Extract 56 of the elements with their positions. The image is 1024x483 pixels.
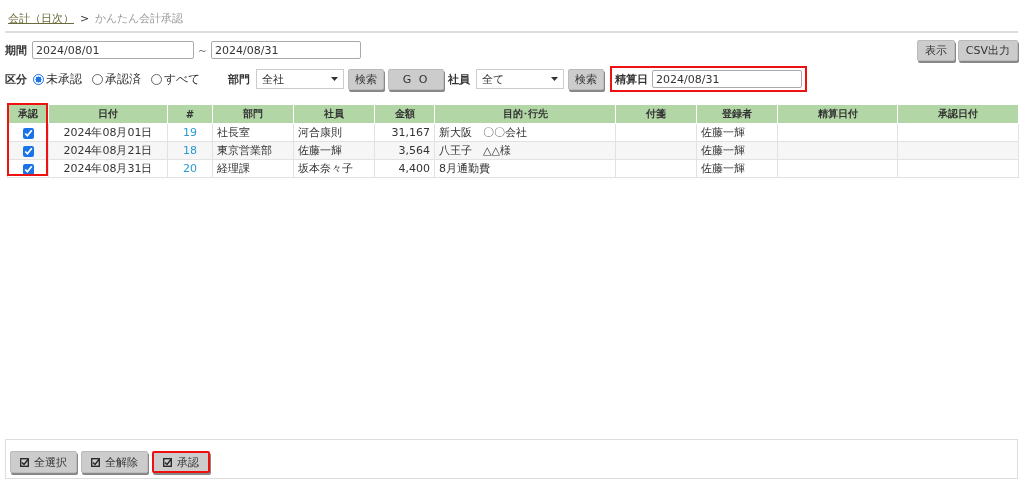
action-button[interactable]: 全解除 bbox=[81, 451, 148, 473]
go-button[interactable]: G O bbox=[388, 68, 444, 90]
column-header: 日付 bbox=[48, 104, 168, 124]
column-header: 登録者 bbox=[696, 104, 778, 124]
table-cell: 坂本奈々子 bbox=[293, 159, 375, 178]
action-button[interactable]: 承認 bbox=[152, 451, 210, 473]
column-header: 目的･行先 bbox=[434, 104, 616, 124]
tilde: ～ bbox=[197, 42, 208, 58]
table-cell: 佐藤一輝 bbox=[696, 123, 778, 142]
table-cell: 2024年08月31日 bbox=[48, 159, 168, 178]
radio-button[interactable] bbox=[33, 73, 44, 85]
start-date-field[interactable]: 2024/08/01 bbox=[32, 41, 194, 59]
column-header: 承認日付 bbox=[897, 104, 1019, 124]
column-header: 精算日付 bbox=[777, 104, 898, 124]
table-cell: 31,167 bbox=[374, 123, 435, 142]
table-cell: 経理課 bbox=[212, 159, 294, 178]
table-cell: 佐藤一輝 bbox=[696, 159, 778, 178]
table-cell: 4,400 bbox=[374, 159, 435, 178]
approve-checkbox[interactable] bbox=[22, 127, 34, 139]
check-icon bbox=[163, 457, 172, 467]
settlement-date-label: 精算日 bbox=[615, 71, 648, 87]
check-icon bbox=[20, 457, 29, 467]
search-button[interactable]: 検索 bbox=[348, 68, 384, 90]
toolbar-button[interactable]: CSV出力 bbox=[957, 39, 1018, 61]
column-header: 金額 bbox=[374, 104, 435, 124]
column-header: 付箋 bbox=[615, 104, 697, 124]
search-button[interactable]: 検索 bbox=[568, 68, 604, 90]
breadcrumb-link[interactable]: 会計（日次） bbox=[8, 10, 74, 26]
table-cell: 2024年08月01日 bbox=[48, 123, 168, 142]
approve-checkbox[interactable] bbox=[22, 163, 34, 175]
table-cell: 新大阪 〇〇会社 bbox=[434, 123, 616, 142]
check-icon bbox=[91, 457, 100, 467]
settlement-date-field[interactable]: 2024/08/31 bbox=[652, 70, 802, 88]
column-header: 部門 bbox=[212, 104, 294, 124]
radio-label[interactable]: すべて bbox=[164, 70, 200, 88]
radio-label[interactable]: 未承認 bbox=[46, 70, 82, 88]
department-label: 部門 bbox=[228, 71, 250, 87]
employee-label: 社員 bbox=[448, 71, 470, 87]
column-header: # bbox=[167, 104, 213, 124]
breadcrumb-current: かんたん会計承認 bbox=[95, 10, 184, 26]
action-button[interactable]: 全選択 bbox=[10, 451, 77, 473]
dropdown-arrow-icon bbox=[331, 77, 338, 81]
period-label: 期間 bbox=[5, 42, 27, 58]
radio-label[interactable]: 承認済 bbox=[105, 70, 141, 88]
department-dropdown[interactable]: 全社 bbox=[256, 69, 344, 89]
approve-checkbox[interactable] bbox=[22, 145, 34, 157]
category-label: 区分 bbox=[5, 71, 27, 87]
toolbar-button[interactable]: 表示 bbox=[916, 39, 955, 61]
table-cell: 8月通勤費 bbox=[434, 159, 616, 178]
table-cell: 河合康則 bbox=[293, 123, 375, 142]
table-cell: 社長室 bbox=[212, 123, 294, 142]
dropdown-arrow-icon bbox=[551, 77, 558, 81]
employee-dropdown[interactable]: 全て bbox=[476, 69, 564, 89]
breadcrumb-separator: > bbox=[80, 11, 90, 25]
end-date-field[interactable]: 2024/08/31 bbox=[211, 41, 361, 59]
column-header: 社員 bbox=[293, 104, 375, 124]
